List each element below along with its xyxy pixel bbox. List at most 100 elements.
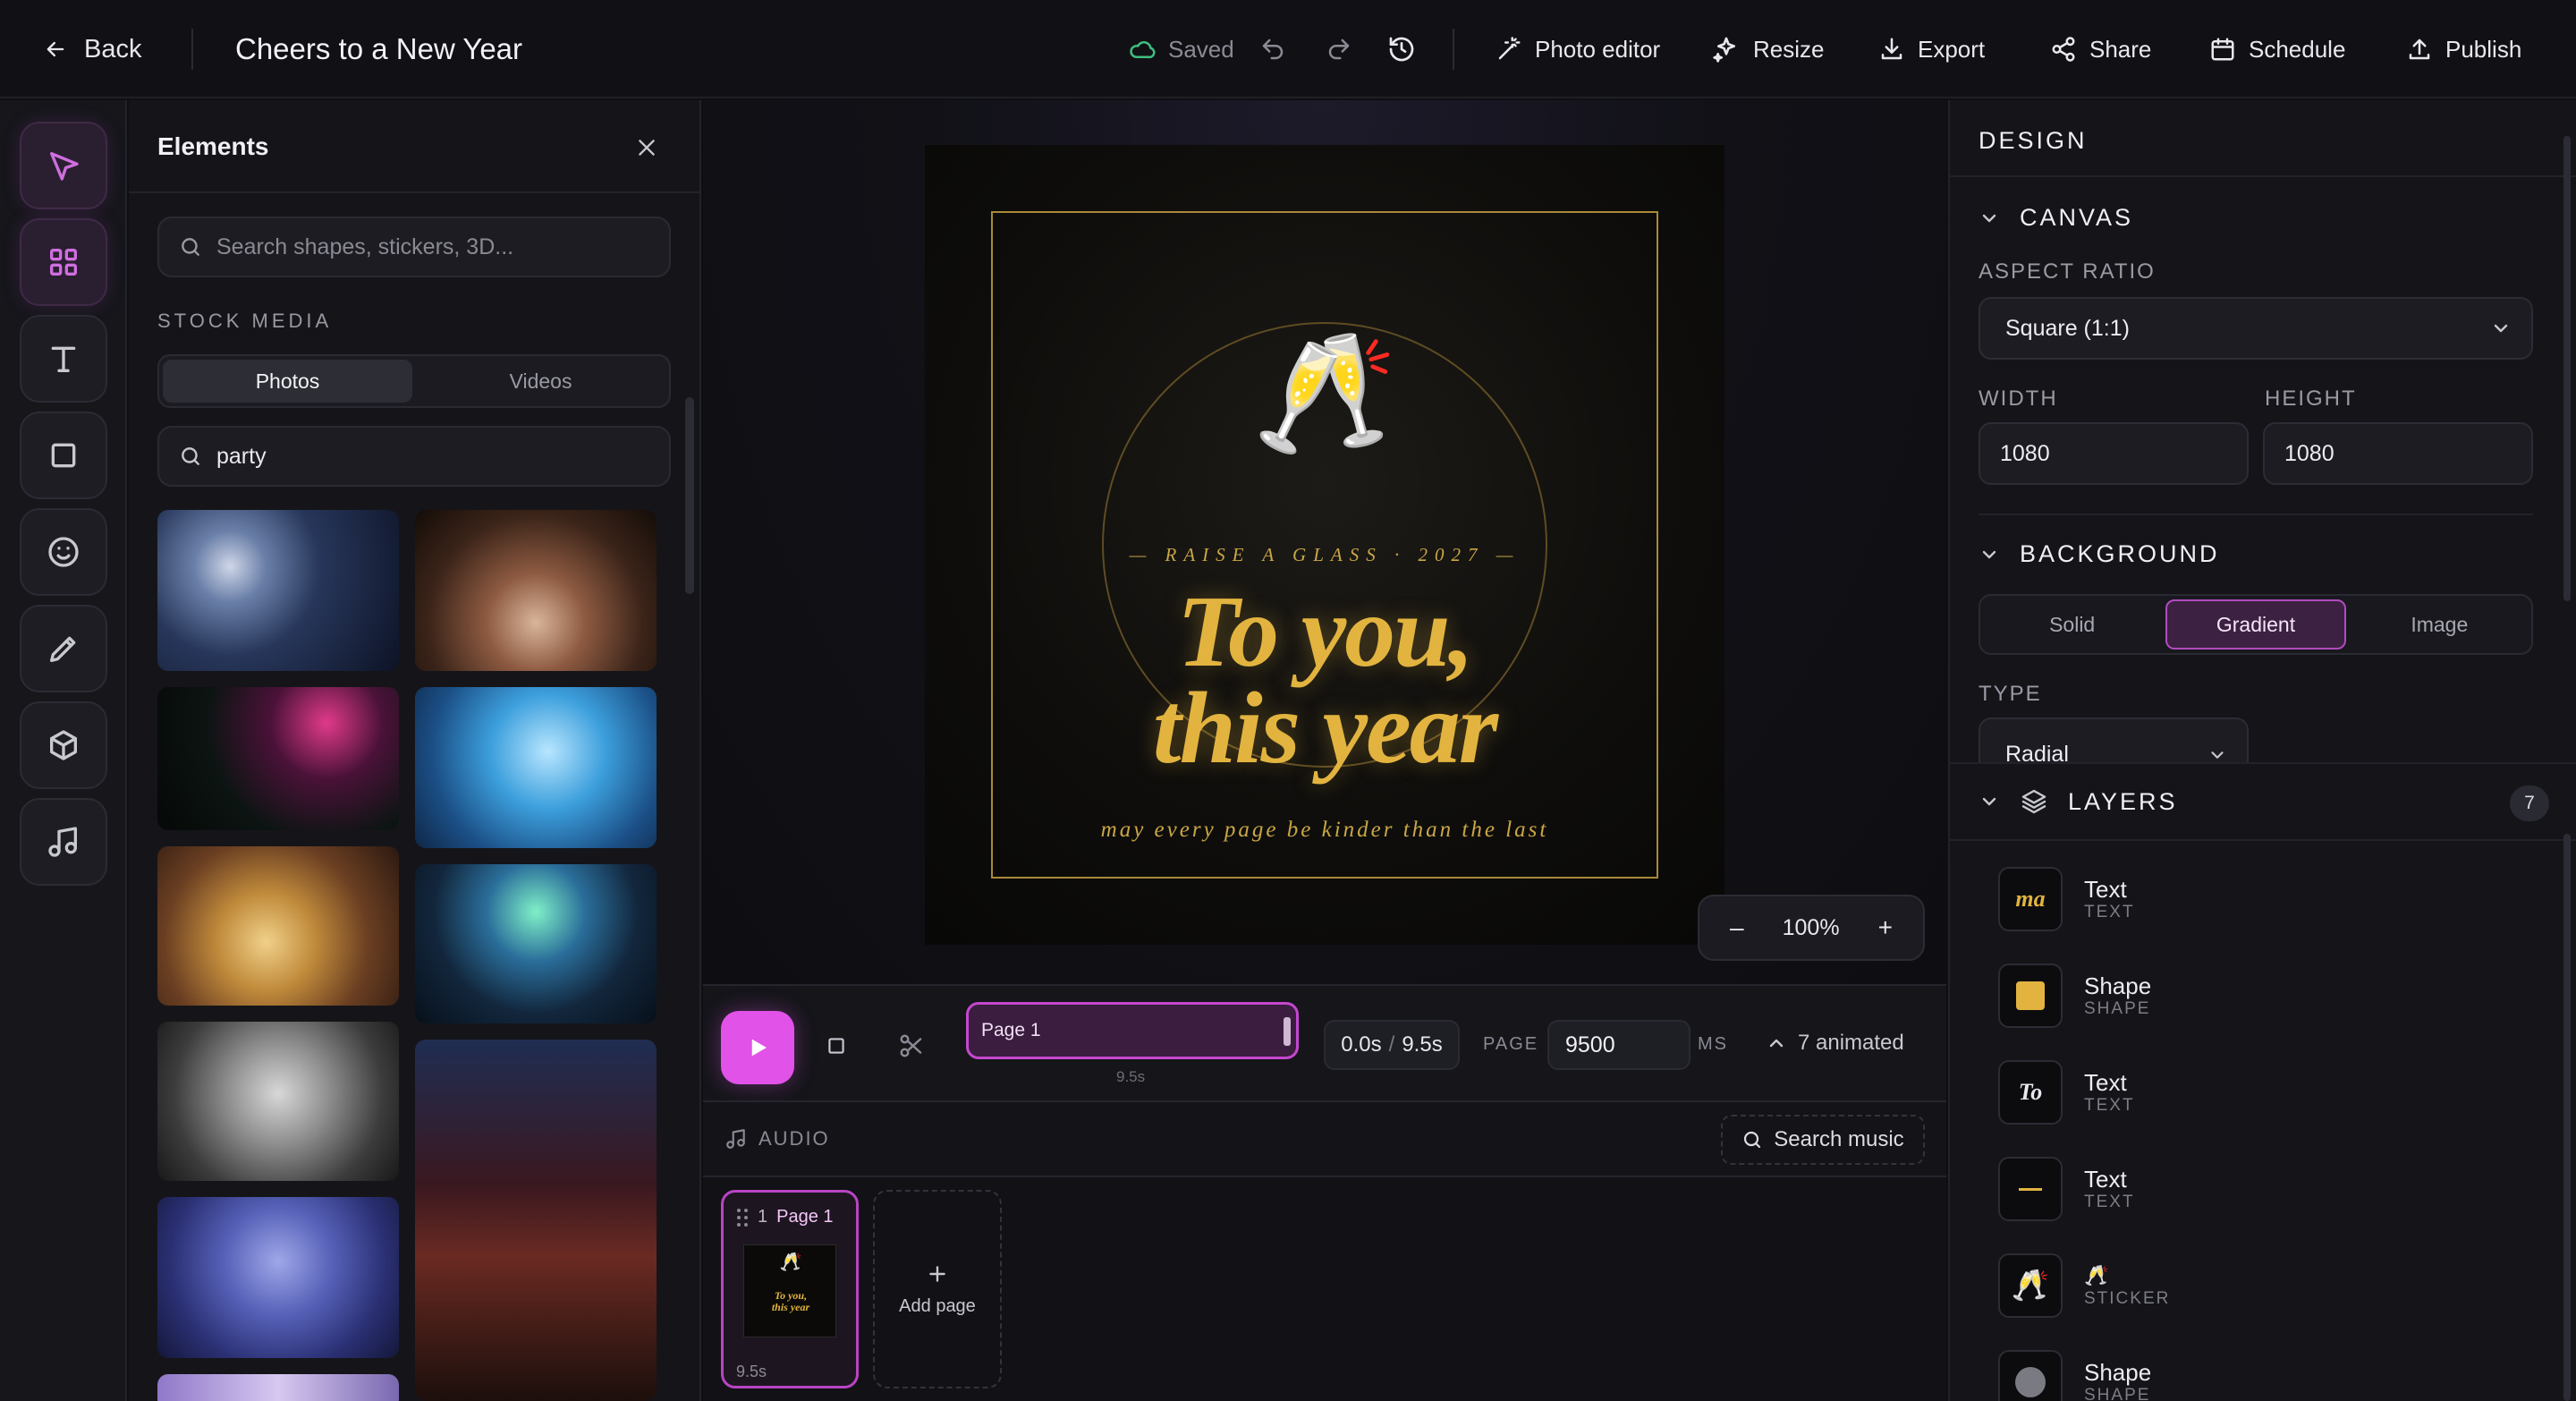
shape-tool-button[interactable]	[20, 412, 107, 499]
background-section-toggle[interactable]: BACKGROUND	[1979, 540, 2220, 568]
pencil-icon	[50, 636, 76, 662]
tab-videos[interactable]: Videos	[416, 360, 665, 403]
undo-icon	[1262, 38, 1284, 60]
history-button[interactable]	[1385, 32, 1419, 66]
layer-name: Shape	[2084, 972, 2152, 999]
clip-resize-handle[interactable]	[1284, 1017, 1291, 1046]
clip-duration: 9.5s	[1116, 1068, 1146, 1085]
design-header: DESIGN	[1979, 127, 2088, 154]
stock-photo-5[interactable]	[157, 846, 399, 1006]
bg-gradient-option[interactable]: Gradient	[2165, 599, 2346, 650]
layer-info: Text TEXT	[2084, 1166, 2135, 1212]
timeline-clip[interactable]: Page 1	[966, 1002, 1299, 1059]
eyebrow-text[interactable]: — RAISE A GLASS · 2027 —	[925, 544, 1724, 566]
background-type-tabs: Solid Gradient Image	[1979, 594, 2533, 655]
stop-button[interactable]	[821, 1031, 852, 1061]
elements-search-input[interactable]	[216, 234, 628, 260]
aspect-ratio-select[interactable]: Square (1:1)	[1979, 297, 2533, 360]
artboard[interactable]: 🥂 — RAISE A GLASS · 2027 — To you, this …	[925, 145, 1724, 945]
stock-photo-1[interactable]	[157, 510, 399, 671]
stock-search-input[interactable]	[216, 443, 628, 470]
page-duration-input[interactable]	[1547, 1020, 1690, 1070]
layers-scrollbar[interactable]	[2563, 834, 2571, 1401]
tool-rail	[0, 100, 127, 1401]
drag-handle-icon[interactable]	[736, 1208, 749, 1227]
square-icon	[51, 443, 76, 468]
current-time: 0.0s	[1341, 1032, 1382, 1057]
stock-photo-2[interactable]	[415, 510, 657, 671]
layers-section-toggle[interactable]: LAYERS	[1979, 787, 2178, 816]
play-button[interactable]	[721, 1011, 794, 1084]
text-tool-button[interactable]	[20, 315, 107, 403]
music-note-icon	[726, 1129, 745, 1149]
plus-icon	[929, 1265, 945, 1282]
page-thumbnail: 🥂 To you, this year	[743, 1244, 836, 1337]
smiley-icon	[48, 537, 79, 567]
redo-icon	[1328, 38, 1350, 60]
stock-photo-9[interactable]	[157, 1197, 399, 1358]
schedule-button[interactable]: Schedule	[2209, 29, 2345, 70]
add-page-button[interactable]: Add page	[873, 1190, 1002, 1388]
design-scrollbar[interactable]	[2563, 136, 2571, 601]
stock-photo-4[interactable]	[415, 687, 657, 848]
panel-scrollbar[interactable]	[685, 397, 694, 594]
layer-item[interactable]: Text TEXT	[1998, 1149, 2135, 1229]
page-card[interactable]: 1 Page 1 🥂 To you, this year 9.5s	[721, 1190, 859, 1388]
gradient-type-select[interactable]: Radial	[1979, 717, 2249, 762]
select-tool-button[interactable]	[20, 122, 107, 209]
photo-editor-button[interactable]: Photo editor	[1496, 29, 1660, 70]
export-button[interactable]: Export	[1878, 29, 1985, 70]
headline-text[interactable]: To you, this year	[925, 581, 1724, 785]
pages-strip: 1 Page 1 🥂 To you, this year 9.5s Add pa…	[703, 1177, 1946, 1401]
layer-item[interactable]: Shape SHAPE	[1998, 1342, 2151, 1401]
stock-photo-6[interactable]	[415, 864, 657, 1023]
stock-photo-7[interactable]	[157, 1022, 399, 1181]
redo-button[interactable]	[1322, 32, 1356, 66]
headline-line-2: this year	[1152, 671, 1498, 785]
divider	[1950, 175, 2576, 177]
resize-button[interactable]: Resize	[1712, 29, 1824, 70]
layer-info: Text TEXT	[2084, 1069, 2135, 1116]
canvas-section-toggle[interactable]: CANVAS	[1979, 204, 2133, 232]
stock-photo-8[interactable]	[415, 1040, 657, 1401]
document-title[interactable]: Cheers to a New Year	[235, 30, 522, 68]
page-number: 1	[758, 1207, 768, 1227]
audio-tool-button[interactable]	[20, 798, 107, 886]
champagne-sticker[interactable]: 🥂	[1240, 326, 1410, 460]
elements-tool-button[interactable]	[20, 218, 107, 306]
audio-label: AUDIO	[724, 1127, 830, 1151]
schedule-label: Schedule	[2249, 35, 2346, 63]
chevron-down-icon	[1982, 797, 1996, 806]
tab-photos[interactable]: Photos	[163, 360, 412, 403]
layer-item[interactable]: ma Text TEXT	[1998, 859, 2135, 939]
stock-photo-10[interactable]	[157, 1374, 399, 1401]
zoom-in-button[interactable]: +	[1878, 913, 1893, 942]
3d-tool-button[interactable]	[20, 701, 107, 789]
undo-button[interactable]	[1256, 32, 1290, 66]
publish-button[interactable]: Publish	[2406, 29, 2521, 70]
layer-thumbnail	[1998, 964, 2063, 1028]
layer-item[interactable]: Shape SHAPE	[1998, 955, 2151, 1036]
share-button[interactable]: Share	[2050, 29, 2151, 70]
top-bar: Back Cheers to a New Year Saved Photo ed…	[0, 0, 2576, 98]
back-button[interactable]: Back	[43, 30, 141, 68]
width-input[interactable]	[1979, 422, 2249, 485]
draw-tool-button[interactable]	[20, 605, 107, 692]
layer-info: Text TEXT	[2084, 876, 2135, 922]
emoji-tool-button[interactable]	[20, 508, 107, 596]
stock-photo-3[interactable]	[157, 687, 399, 830]
layer-item[interactable]: 🥂 🥂 STICKER	[1998, 1245, 2170, 1326]
layer-name: 🥂	[2084, 1264, 2109, 1286]
bg-solid-option[interactable]: Solid	[1984, 599, 2160, 650]
bg-image-option[interactable]: Image	[2351, 599, 2528, 650]
tagline-text[interactable]: may every page be kinder than the last	[925, 818, 1724, 843]
zoom-out-button[interactable]: –	[1730, 913, 1744, 942]
type-label: TYPE	[1979, 682, 2042, 706]
search-music-button[interactable]: Search music	[1721, 1115, 1925, 1165]
layer-item[interactable]: To Text TEXT	[1998, 1052, 2135, 1133]
close-panel-button[interactable]	[631, 132, 662, 163]
height-input[interactable]	[2263, 422, 2533, 485]
animated-toggle[interactable]: 7 animated	[1766, 1031, 1904, 1056]
publish-label: Publish	[2445, 35, 2522, 63]
split-button[interactable]	[896, 1031, 927, 1061]
